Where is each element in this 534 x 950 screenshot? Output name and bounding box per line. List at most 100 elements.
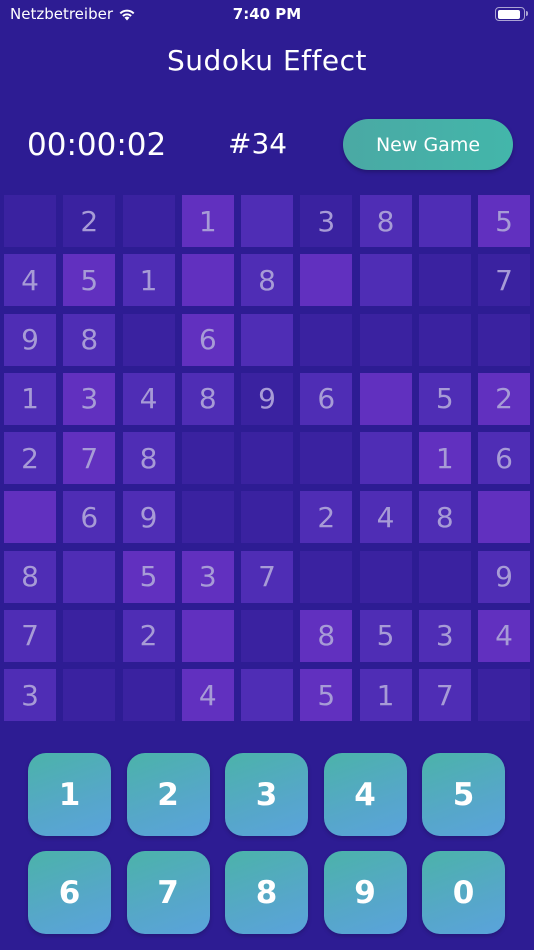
board-cell[interactable] [241, 669, 293, 721]
board-cell[interactable] [359, 372, 412, 425]
board-cell[interactable] [418, 550, 471, 603]
board-cell[interactable] [122, 669, 175, 721]
board-cell[interactable]: 4 [359, 491, 412, 544]
board-cell[interactable] [359, 313, 412, 366]
puzzle-number: #34 [228, 127, 288, 160]
board-cell[interactable]: 5 [63, 254, 116, 307]
new-game-button[interactable]: New Game [343, 119, 513, 170]
board-cell[interactable]: 1 [181, 195, 234, 247]
board-cell[interactable] [63, 609, 116, 662]
board-cell[interactable] [63, 550, 116, 603]
board-cell[interactable] [241, 195, 293, 247]
board-cell[interactable]: 2 [300, 491, 353, 544]
board-cell[interactable]: 4 [478, 609, 530, 662]
board-cell[interactable]: 8 [122, 432, 175, 484]
sudoku-board: 2138545187986134896522781669248853797285… [4, 195, 530, 721]
board-cell[interactable]: 6 [63, 491, 116, 544]
keypad-key[interactable]: 9 [323, 851, 407, 934]
board-cell[interactable] [300, 550, 353, 603]
board-cell[interactable] [241, 432, 293, 484]
board-cell[interactable] [241, 609, 293, 662]
board-cell[interactable] [359, 254, 412, 307]
game-timer: 00:00:02 [27, 127, 167, 163]
board-cell[interactable]: 9 [122, 491, 175, 544]
board-cell[interactable]: 6 [300, 372, 353, 425]
keypad-key[interactable]: 7 [126, 851, 210, 934]
board-cell[interactable]: 7 [63, 432, 116, 484]
board-cell[interactable]: 7 [241, 550, 293, 603]
board-cell[interactable]: 8 [63, 313, 116, 366]
board-cell[interactable]: 5 [359, 609, 412, 662]
board-cell[interactable]: 4 [4, 254, 56, 307]
board-cell[interactable] [359, 432, 412, 484]
board-cell[interactable]: 8 [241, 254, 293, 307]
board-cell[interactable]: 9 [478, 550, 530, 603]
battery-icon [495, 7, 528, 21]
board-cell[interactable]: 1 [359, 669, 412, 721]
board-cell[interactable]: 3 [418, 609, 471, 662]
board-cell[interactable]: 9 [4, 313, 56, 366]
board-cell[interactable]: 3 [300, 195, 353, 247]
status-time: 7:40 PM [232, 5, 302, 23]
board-cell[interactable]: 1 [418, 432, 471, 484]
board-cell[interactable]: 8 [359, 195, 412, 247]
keypad-key[interactable]: 8 [225, 851, 308, 934]
board-cell[interactable] [241, 491, 293, 544]
board-cell[interactable]: 6 [181, 313, 234, 366]
board-cell[interactable]: 5 [478, 195, 530, 247]
board-cell[interactable]: 8 [4, 550, 56, 603]
board-cell[interactable]: 8 [418, 491, 471, 544]
board-cell[interactable] [478, 669, 530, 721]
board-cell[interactable] [478, 313, 530, 366]
keypad-key[interactable]: 4 [323, 753, 407, 836]
board-cell[interactable] [181, 609, 234, 662]
keypad-key[interactable]: 5 [422, 753, 505, 836]
board-cell[interactable] [300, 313, 353, 366]
board-cell[interactable] [63, 669, 116, 721]
board-cell[interactable]: 7 [4, 609, 56, 662]
board-cell[interactable]: 2 [122, 609, 175, 662]
board-cell[interactable]: 2 [4, 432, 56, 484]
keypad-key[interactable]: 0 [422, 851, 505, 934]
board-cell[interactable] [300, 254, 353, 307]
board-cell[interactable] [418, 313, 471, 366]
board-cell[interactable]: 3 [181, 550, 234, 603]
board-cell[interactable]: 5 [300, 669, 353, 721]
keypad-key[interactable]: 3 [225, 753, 308, 836]
board-cell[interactable] [122, 313, 175, 366]
board-cell[interactable] [181, 491, 234, 544]
board-cell[interactable] [181, 254, 234, 307]
keypad-key[interactable]: 6 [28, 851, 111, 934]
board-cell[interactable] [418, 254, 471, 307]
page-title: Sudoku Effect [167, 44, 367, 77]
board-cell[interactable]: 1 [4, 372, 56, 425]
keypad-key[interactable]: 1 [28, 753, 111, 836]
board-cell[interactable] [418, 195, 471, 247]
board-cell[interactable]: 7 [478, 254, 530, 307]
board-cell[interactable] [359, 550, 412, 603]
board-cell[interactable]: 1 [122, 254, 175, 307]
number-keypad: 12345 67890 [28, 753, 505, 934]
status-bar: Netzbetreiber 7:40 PM [0, 0, 534, 30]
board-cell[interactable]: 5 [418, 372, 471, 425]
board-cell[interactable]: 5 [122, 550, 175, 603]
board-cell[interactable]: 8 [300, 609, 353, 662]
board-cell[interactable] [300, 432, 353, 484]
board-cell[interactable] [122, 195, 175, 247]
board-cell[interactable] [478, 491, 530, 544]
board-cell[interactable] [4, 491, 56, 544]
board-cell[interactable]: 4 [181, 669, 234, 721]
board-cell[interactable] [181, 432, 234, 484]
board-cell[interactable]: 6 [478, 432, 530, 484]
board-cell[interactable]: 4 [122, 372, 175, 425]
board-cell[interactable] [241, 313, 293, 366]
board-cell[interactable]: 8 [181, 372, 234, 425]
board-cell[interactable]: 2 [63, 195, 116, 247]
board-cell[interactable]: 3 [4, 669, 56, 721]
board-cell[interactable]: 7 [418, 669, 471, 721]
board-cell[interactable]: 9 [241, 372, 293, 425]
board-cell[interactable]: 3 [63, 372, 116, 425]
keypad-key[interactable]: 2 [126, 753, 210, 836]
board-cell[interactable] [4, 195, 56, 247]
board-cell[interactable]: 2 [478, 372, 530, 425]
